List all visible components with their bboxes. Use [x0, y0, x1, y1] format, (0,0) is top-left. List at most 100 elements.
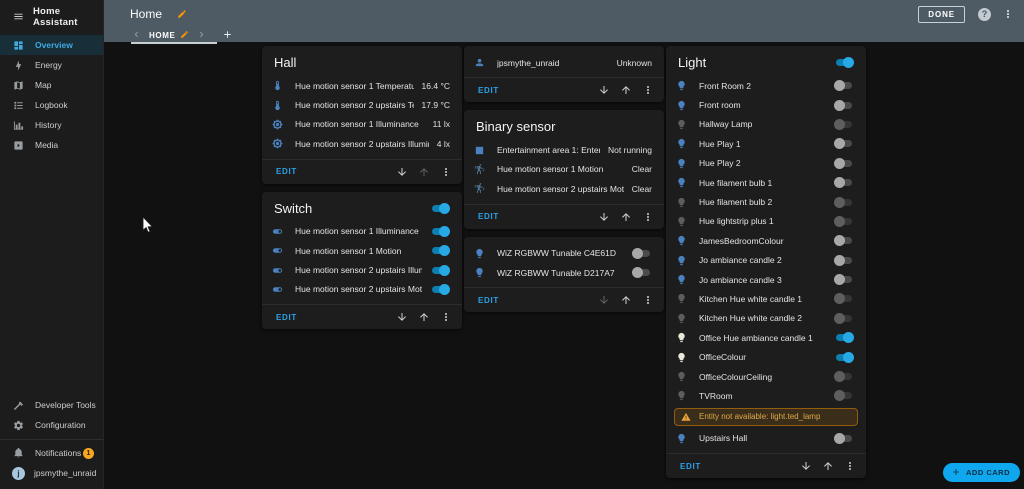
card-footer: EDIT	[464, 77, 664, 102]
sidebar-item-history[interactable]: History	[0, 115, 103, 135]
toggle-switch-icon	[272, 265, 283, 276]
help-icon[interactable]: ?	[978, 8, 991, 21]
edit-card-button[interactable]: EDIT	[680, 462, 701, 471]
entity-toggle[interactable]	[834, 177, 854, 188]
entity-toggle[interactable]	[834, 274, 854, 285]
sidebar-item-label: Map	[35, 80, 52, 90]
card-hall: Hall Hue motion sensor 1 Temperature16.4 …	[262, 46, 462, 184]
entity-row: Jo ambiance candle 2	[666, 251, 866, 270]
edit-card-button[interactable]: EDIT	[276, 167, 297, 176]
tab-home[interactable]: HOME	[149, 31, 175, 40]
entity-row: Hallway Lamp	[666, 115, 866, 134]
lightbulb-icon	[676, 235, 687, 246]
entity-toggle[interactable]	[834, 332, 854, 343]
move-card-up-button[interactable]	[620, 84, 632, 96]
move-card-down-button[interactable]	[598, 84, 610, 96]
card-options-button[interactable]	[642, 84, 654, 96]
sidebar-item-overview[interactable]: Overview	[0, 35, 103, 55]
card-title-text: Light	[678, 55, 706, 70]
move-card-down-button[interactable]	[396, 166, 408, 178]
entity-toggle[interactable]	[430, 226, 450, 237]
thermometer-icon	[272, 80, 283, 91]
entity-name: Hue motion sensor 2 upstairs Motion	[295, 284, 422, 294]
entity-toggle[interactable]	[430, 245, 450, 256]
active-tab-underline	[131, 42, 217, 44]
card-options-button[interactable]	[642, 294, 654, 306]
entity-name: jpsmythe_unraid	[497, 58, 609, 68]
top-header: Home DONE ? HOME	[104, 0, 1024, 42]
toggle-thumb	[834, 255, 845, 266]
edit-card-button[interactable]: EDIT	[478, 86, 499, 95]
add-card-label: ADD CARD	[966, 468, 1010, 477]
entity-toggle[interactable]	[430, 284, 450, 295]
entity-toggle[interactable]	[430, 265, 450, 276]
entity-row: OfficeColour	[666, 347, 866, 366]
done-button[interactable]: DONE	[918, 6, 965, 23]
overflow-menu-icon[interactable]	[1002, 5, 1014, 23]
sidebar-item-notifications[interactable]: Notifications 1	[0, 443, 103, 463]
entity-name: Hue motion sensor 1 Illuminance	[295, 119, 425, 129]
card-title-text: Hall	[274, 55, 296, 70]
move-card-up-button[interactable]	[418, 311, 430, 323]
sidebar-item-developer-tools[interactable]: Developer Tools	[0, 395, 103, 415]
entity-toggle[interactable]	[834, 255, 854, 266]
card-options-button[interactable]	[440, 311, 452, 323]
toggle-thumb	[834, 313, 845, 324]
entity-toggle[interactable]	[834, 158, 854, 169]
move-card-up-button[interactable]	[620, 211, 632, 223]
card-options-button[interactable]	[440, 166, 452, 178]
edit-card-button[interactable]: EDIT	[478, 212, 499, 221]
sidebar-item-user[interactable]: j jpsmythe_unraid	[0, 463, 103, 483]
card-header-toggle[interactable]	[834, 57, 854, 68]
card-actions	[598, 211, 654, 223]
card-options-button[interactable]	[844, 460, 856, 472]
edit-card-button[interactable]: EDIT	[276, 313, 297, 322]
card-actions	[396, 311, 452, 323]
edit-title-pencil-icon[interactable]	[177, 5, 187, 23]
sidebar-item-media[interactable]: Media	[0, 135, 103, 155]
entity-toggle[interactable]	[834, 138, 854, 149]
move-card-up-button[interactable]	[620, 294, 632, 306]
sidebar-item-map[interactable]: Map	[0, 75, 103, 95]
dots-vertical-icon	[844, 460, 856, 472]
move-card-down-button[interactable]	[800, 460, 812, 472]
dots-vertical-icon	[440, 166, 452, 178]
move-card-down-button[interactable]	[598, 211, 610, 223]
move-card-down-button[interactable]	[396, 311, 408, 323]
card-columns: Hall Hue motion sensor 1 Temperature16.4 …	[262, 46, 866, 478]
dashboard-view: Hall Hue motion sensor 1 Temperature16.4 …	[104, 42, 1024, 489]
card-untitled: jpsmythe_unraidUnknownEDIT	[464, 46, 664, 102]
menu-icon[interactable]	[13, 8, 24, 26]
lightbulb-icon	[676, 100, 687, 111]
entity-toggle[interactable]	[834, 235, 854, 246]
entity-toggle[interactable]	[834, 433, 854, 444]
sidebar-item-energy[interactable]: Energy	[0, 55, 103, 75]
edit-card-button[interactable]: EDIT	[478, 296, 499, 305]
sidebar-item-configuration[interactable]: Configuration	[0, 415, 103, 435]
arrow-up-icon	[418, 166, 430, 178]
card-header-toggle[interactable]	[430, 203, 450, 214]
move-card-up-button[interactable]	[822, 460, 834, 472]
entity-toggle[interactable]	[632, 267, 652, 278]
move-card-down-button[interactable]	[598, 294, 610, 306]
add-card-button[interactable]: ADD CARD	[943, 463, 1020, 482]
sidebar-header: Home Assistant	[0, 0, 103, 30]
card-options-button[interactable]	[642, 211, 654, 223]
add-tab-icon[interactable]	[222, 26, 233, 44]
sidebar-item-logbook[interactable]: Logbook	[0, 95, 103, 115]
card-actions	[598, 294, 654, 306]
entity-toggle[interactable]	[834, 100, 854, 111]
entity-toggle[interactable]	[834, 352, 854, 363]
header-top-row: Home DONE ?	[104, 0, 1024, 26]
entity-row: Hue Play 2	[666, 154, 866, 173]
entity-toggle[interactable]	[834, 80, 854, 91]
card-top-padding	[464, 46, 664, 53]
entity-name: Entertainment area 1: Entertainment Conf…	[497, 145, 600, 155]
entity-row: Kitchen Hue white candle 1	[666, 289, 866, 308]
header-actions: DONE ?	[918, 5, 1014, 23]
entity-state: 17.9 °C	[422, 100, 450, 110]
entity-row: Hue motion sensor 1 Temperature16.4 °C	[262, 76, 462, 95]
move-card-up-button[interactable]	[418, 166, 430, 178]
entity-toggle[interactable]	[632, 248, 652, 259]
sidebar-spacer	[0, 155, 103, 395]
